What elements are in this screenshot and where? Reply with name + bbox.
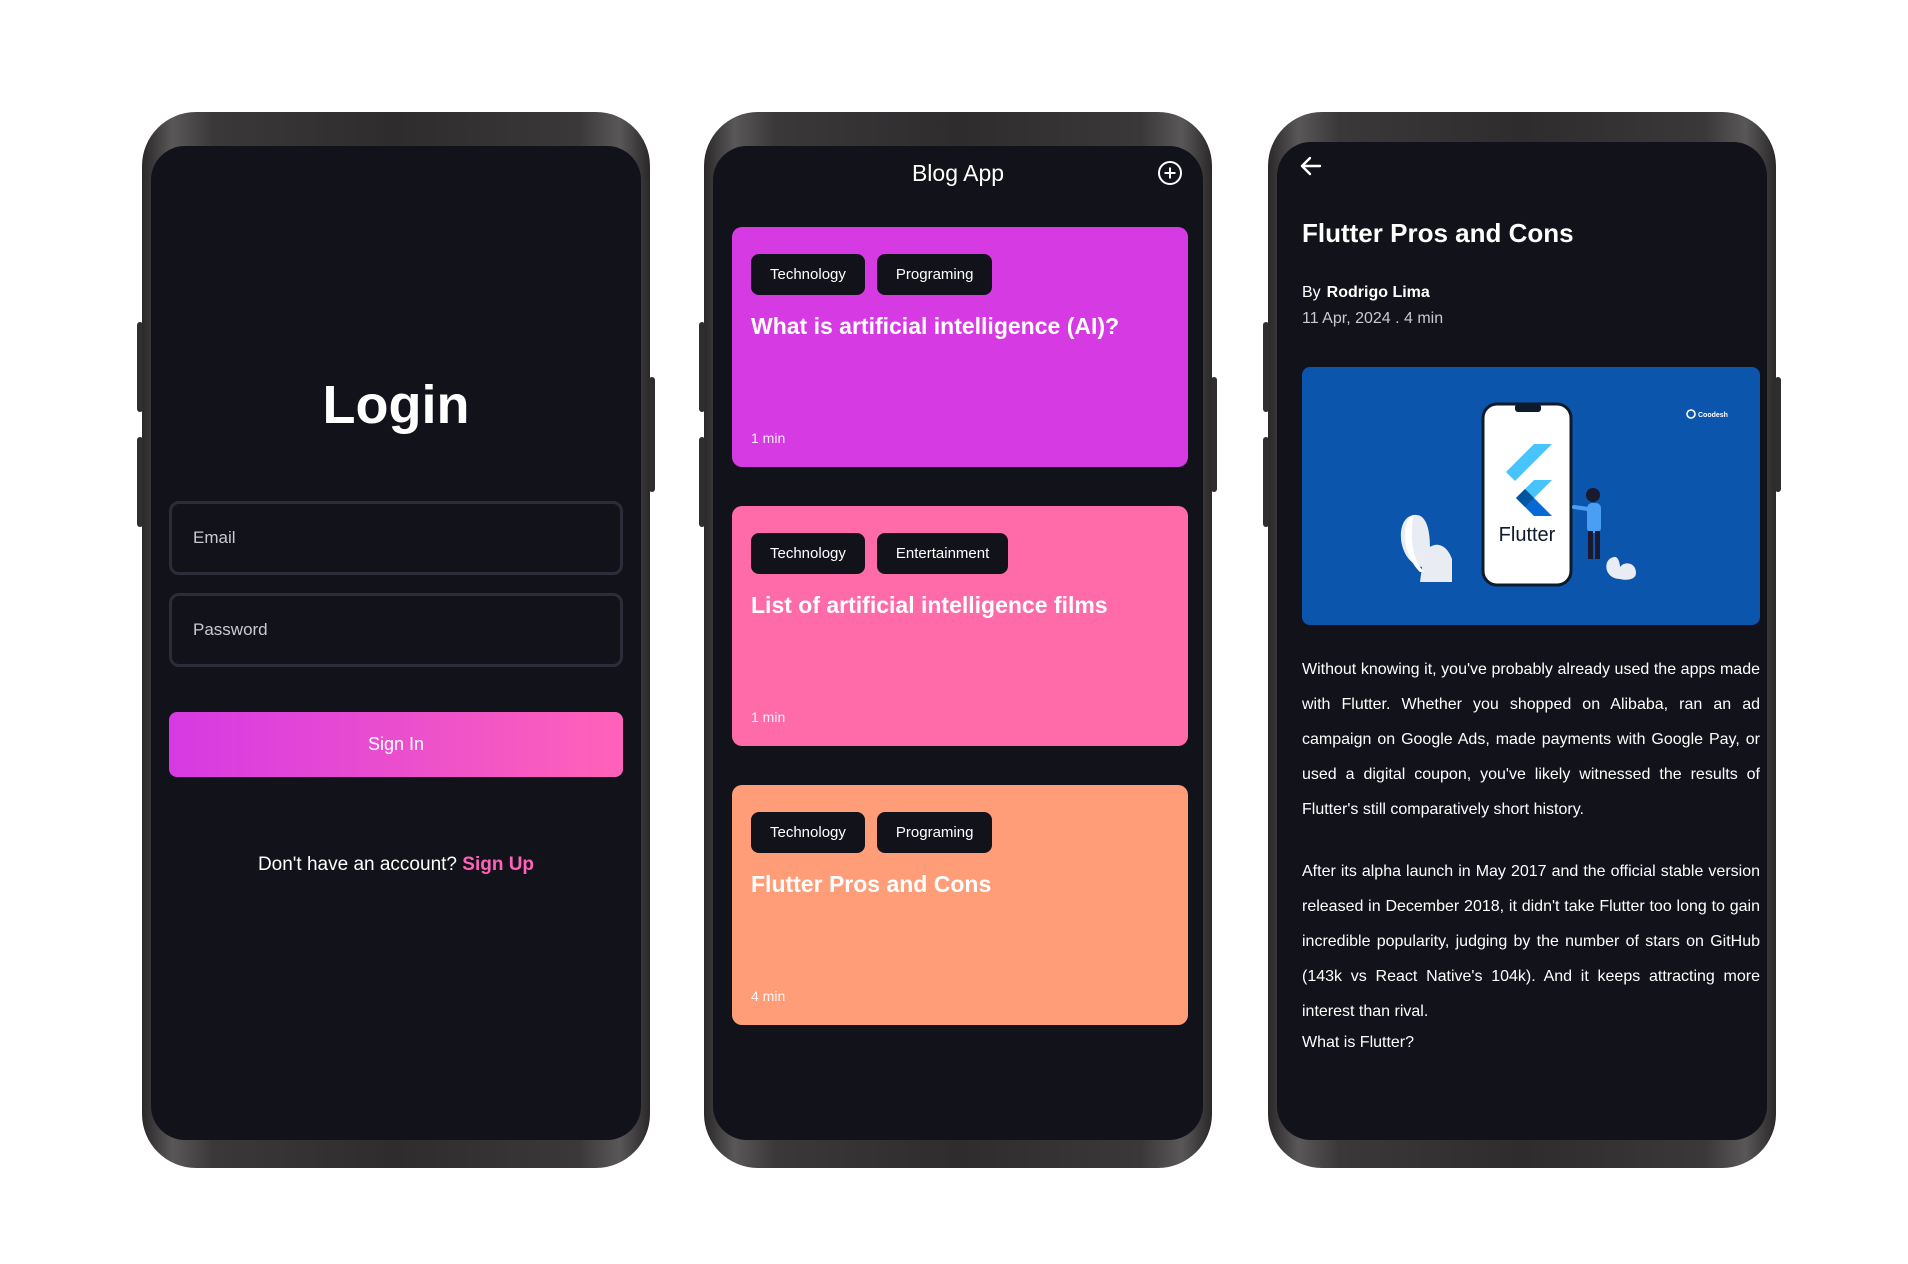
login-title: Login: [322, 375, 470, 435]
phone-blog-detail: Flutter Pros and Cons By Rodrigo Lima 11 …: [1263, 112, 1781, 1168]
tag-chip[interactable]: Entertainment: [876, 533, 1009, 574]
card-title: List of artificial intelligence films: [751, 592, 1108, 618]
hero-flutter-label: Flutter: [1499, 524, 1556, 546]
card-title: Flutter Pros and Cons: [751, 871, 992, 897]
byline: By Rodrigo Lima: [1302, 284, 1430, 302]
article-paragraph: After its alpha launch in May 2017 and t…: [1302, 863, 1760, 1020]
blog-list-screen: Blog App Technology Programing What is a…: [713, 146, 1203, 1140]
article-paragraph: Without knowing it, you've probably alre…: [1302, 661, 1760, 818]
phone-side-button: [699, 437, 705, 527]
phone-side-button: [1263, 322, 1269, 412]
phone-blog-list: Blog App Technology Programing What is a…: [699, 112, 1217, 1168]
article-title: Flutter Pros and Cons: [1302, 218, 1574, 248]
card-read-time: 4 min: [751, 988, 786, 1004]
phone-side-button: [1211, 377, 1217, 492]
tag-list: Technology Programing: [751, 812, 993, 853]
phone-side-button: [1775, 377, 1781, 492]
blog-card[interactable]: Technology Programing Flutter Pros and C…: [732, 785, 1188, 1025]
phone-side-button: [137, 437, 143, 527]
hero-brand-label: Coodesh: [1698, 412, 1728, 419]
article-subheading: What is Flutter?: [1302, 1034, 1415, 1051]
tag-chip[interactable]: Technology: [751, 812, 865, 853]
card-title: What is artificial intelligence (AI)?: [751, 313, 1120, 339]
by-label: By: [1302, 284, 1321, 301]
tag-chip[interactable]: Technology: [751, 254, 865, 295]
sign-in-button[interactable]: Sign In: [169, 712, 623, 777]
password-placeholder: Password: [193, 620, 268, 639]
signup-prompt: Don't have an account? Sign Up: [151, 854, 641, 876]
phone-side-button: [649, 377, 655, 492]
tag-chip[interactable]: Technology: [751, 533, 865, 574]
email-placeholder: Email: [193, 528, 236, 547]
tag-list: Technology Entertainment: [751, 533, 1009, 574]
email-field[interactable]: Email: [169, 501, 623, 575]
card-read-time: 1 min: [751, 430, 786, 446]
tag-chip[interactable]: Programing: [876, 812, 993, 853]
card-read-time: 1 min: [751, 709, 786, 725]
login-screen: Login Email Password Sign In Don't have …: [151, 146, 641, 1140]
sign-up-link[interactable]: Sign Up: [462, 854, 534, 875]
phone-login: Login Email Password Sign In Don't have …: [137, 112, 655, 1168]
phone-side-button: [699, 322, 705, 412]
author-name: Rodrigo Lima: [1326, 284, 1430, 301]
tag-chip[interactable]: Programing: [876, 254, 993, 295]
no-account-text: Don't have an account?: [257, 854, 457, 875]
hero-image: Flutter Coodesh: [1302, 367, 1760, 625]
phone-side-button: [1263, 437, 1269, 527]
blog-card[interactable]: Technology Programing What is artificial…: [732, 227, 1188, 467]
article-meta: 11 Apr, 2024 . 4 min: [1302, 310, 1444, 327]
blog-card[interactable]: Technology Entertainment List of artific…: [732, 506, 1188, 746]
tag-list: Technology Programing: [751, 254, 993, 295]
phone-side-button: [137, 322, 143, 412]
password-field[interactable]: Password: [169, 593, 623, 667]
add-circle-icon[interactable]: [1157, 160, 1183, 186]
flutter-illustration: Flutter Coodesh: [1400, 402, 1728, 587]
app-title: Blog App: [911, 160, 1005, 186]
arrow-left-icon[interactable]: [1297, 152, 1325, 180]
blog-detail-screen: Flutter Pros and Cons By Rodrigo Lima 11 …: [1277, 142, 1767, 1140]
